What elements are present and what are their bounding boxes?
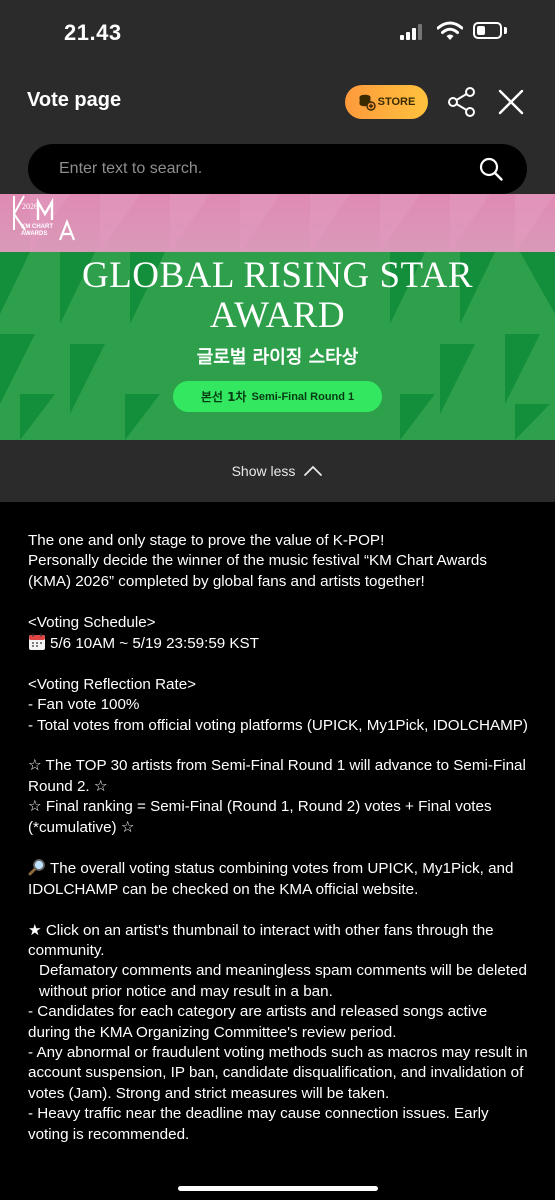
intro-text: The one and only stage to prove the valu… xyxy=(28,532,385,549)
kma-logo-subtitle-line: KM CHART xyxy=(21,224,53,230)
battery-tip xyxy=(504,27,507,34)
calendar-icon xyxy=(29,633,45,651)
cellular-signal-icon xyxy=(400,24,424,40)
magnifier-icon xyxy=(28,859,45,876)
schedule-heading: <Voting Schedule> xyxy=(28,613,156,631)
store-label: STORE xyxy=(377,96,416,108)
kma-logo-subtitle-line: AWARDS xyxy=(21,231,48,237)
top30-note: ☆ The TOP 30 artists from Semi-Final Rou… xyxy=(28,757,526,795)
share-button[interactable] xyxy=(446,86,478,118)
defamatory-note: Defamatory comments and meaningless spam… xyxy=(39,962,527,1000)
final-ranking-note: ☆ Final ranking = Semi-Final (Round 1, R… xyxy=(28,798,492,836)
battery-level xyxy=(477,26,485,35)
signal-bar xyxy=(400,35,404,40)
search-icon[interactable] xyxy=(478,156,504,182)
click-note: ★ Click on an artist's thumbnail to inte… xyxy=(28,921,494,960)
signal-bar xyxy=(418,24,422,40)
traffic-note: - Heavy traffic near the deadline may ca… xyxy=(28,1105,489,1143)
schedule-line: 5/6 10AM ~ 5/19 23:59:59 KST xyxy=(28,633,533,654)
wifi-icon xyxy=(437,21,463,40)
search-bar[interactable] xyxy=(28,144,527,194)
share-icon xyxy=(448,87,475,117)
close-icon xyxy=(498,89,524,115)
close-button[interactable] xyxy=(495,86,527,118)
coin-stack-icon xyxy=(359,94,376,111)
round-badge-english: Semi-Final Round 1 xyxy=(251,390,355,403)
signal-bar xyxy=(412,28,416,40)
rate-item: - Fan vote 100% xyxy=(28,696,140,714)
page-title: Vote page xyxy=(27,89,122,111)
round-badge-korean: 본선 1차 xyxy=(200,390,247,404)
rate-heading: <Voting Reflection Rate> xyxy=(28,675,197,693)
status-time: 21.43 xyxy=(64,20,122,45)
banner-title-line2: AWARD xyxy=(209,295,346,336)
banner-korean-title: 글로벌 라이징 스타상 xyxy=(196,347,359,368)
home-indicator[interactable] xyxy=(178,1186,378,1191)
store-button[interactable]: STORE xyxy=(345,85,428,119)
status-bar: 21.43 xyxy=(0,0,555,64)
chevron-up-icon xyxy=(304,465,323,476)
status-note: The overall voting status combining vote… xyxy=(28,858,533,900)
round-badge: 본선 1차 Semi-Final Round 1 xyxy=(173,381,382,412)
app-header: Vote page STORE xyxy=(0,64,555,194)
battery-icon xyxy=(473,22,502,39)
search-input[interactable] xyxy=(59,144,459,194)
kma-logo xyxy=(10,194,80,249)
abnormal-note: - Any abnormal or fraudulent voting meth… xyxy=(28,1044,528,1102)
show-less-toggle[interactable]: Show less xyxy=(0,440,555,502)
banner-title-line1: GLOBAL RISING STAR xyxy=(81,255,474,296)
signal-bar xyxy=(406,32,410,40)
kma-logo-subtitle: KM CHART AWARDS xyxy=(21,224,53,238)
candidates-note: - Candidates for each category are artis… xyxy=(28,1003,488,1041)
schedule-text: 5/6 10AM ~ 5/19 23:59:59 KST xyxy=(50,635,259,653)
status-note-text: The overall voting status combining vote… xyxy=(28,860,514,898)
intro-text: Personally decide the winner of the musi… xyxy=(28,552,487,590)
award-banner: 2026 KM CHART AWARDS GLOBAL RISING STAR … xyxy=(0,194,555,440)
show-less-label: Show less xyxy=(231,463,296,479)
kma-logo-year: 2026 xyxy=(22,202,38,211)
rate-item: - Total votes from official voting platf… xyxy=(28,716,528,734)
vote-description: The one and only stage to prove the valu… xyxy=(28,531,533,1155)
